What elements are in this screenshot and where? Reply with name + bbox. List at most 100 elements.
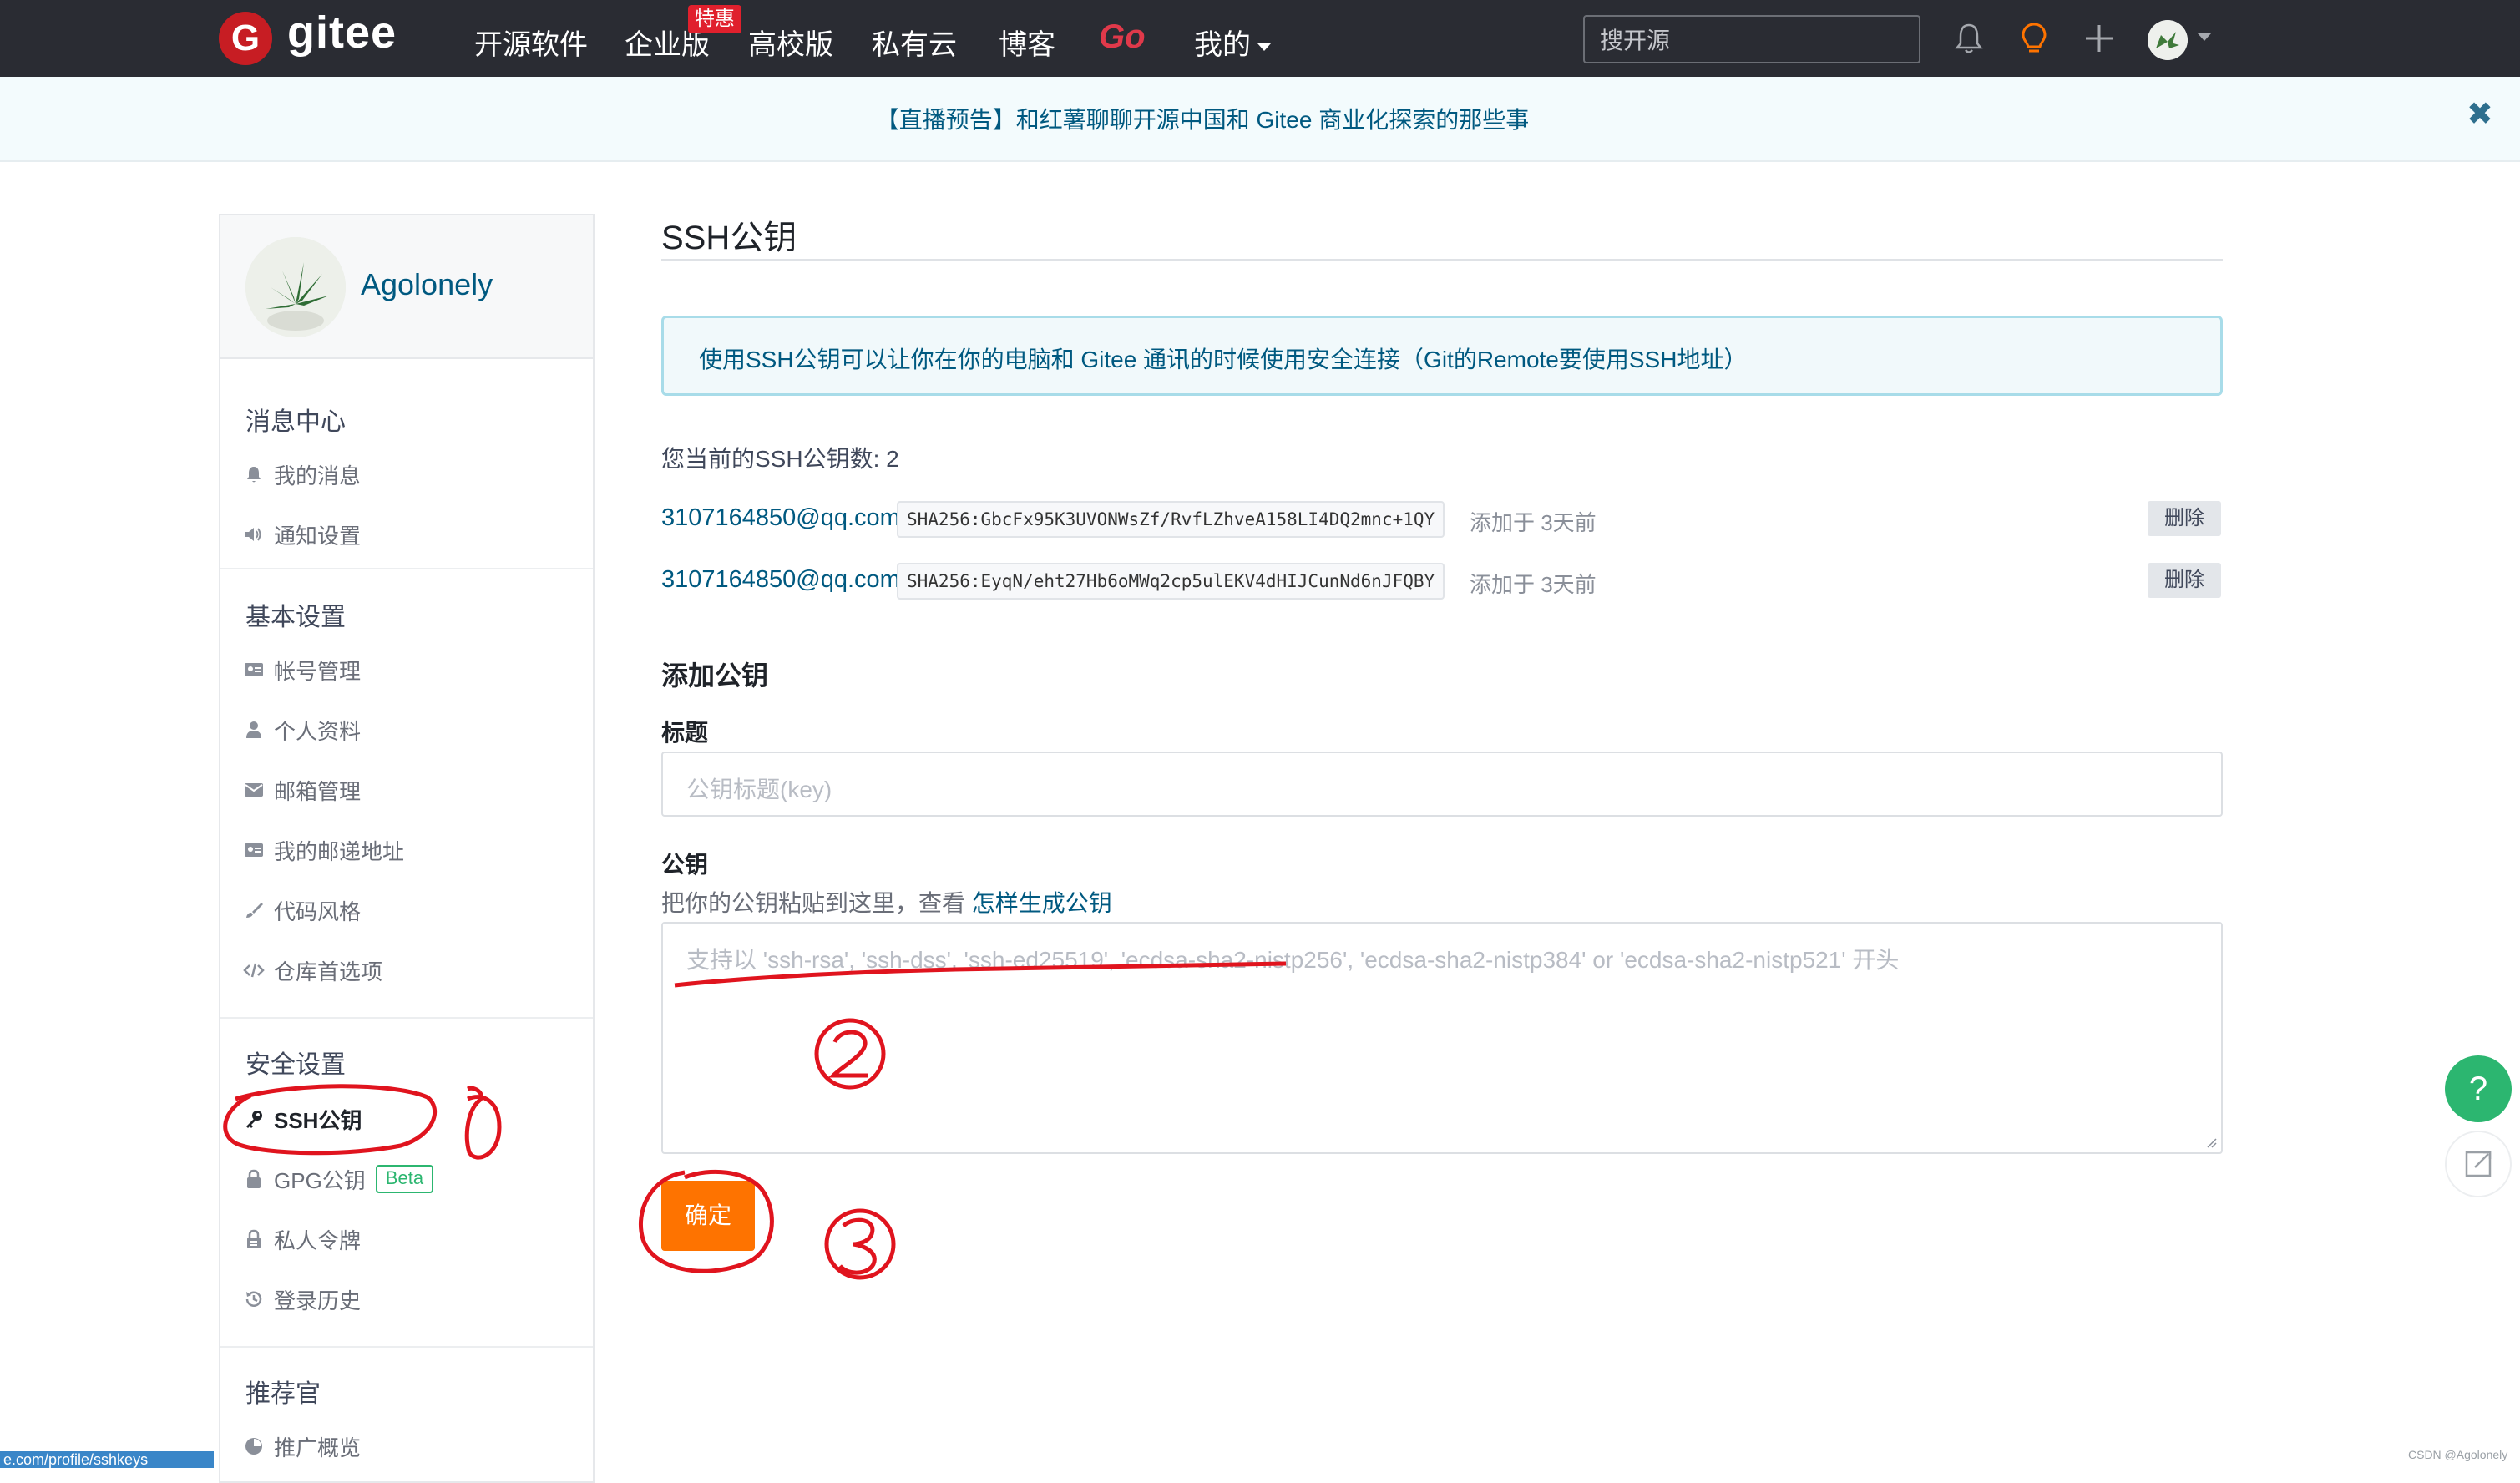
section-title-basic: 基本设置 xyxy=(245,604,346,631)
public-key-textarea[interactable]: 支持以 'ssh-rsa', 'ssh-dss', 'ssh-ed25519',… xyxy=(661,922,2223,1154)
public-key-placeholder: 支持以 'ssh-rsa', 'ssh-dss', 'ssh-ed25519',… xyxy=(686,947,1900,973)
close-icon[interactable]: ✖ xyxy=(2467,95,2493,133)
nav-private-cloud[interactable]: 私有云 xyxy=(872,22,957,63)
sidebar-item-profile[interactable]: 个人资料 xyxy=(242,713,361,747)
info-alert: 使用SSH公钥可以让你在你的电脑和 Gitee 通讯的时候使用安全连接（Git的… xyxy=(661,316,2223,396)
lock-icon xyxy=(242,1167,266,1191)
help-button[interactable]: ? xyxy=(2445,1055,2512,1122)
delete-key-button[interactable]: 删除 xyxy=(2148,563,2221,598)
key-title-input[interactable]: 公钥标题(key) xyxy=(661,752,2223,817)
avatar-caret-icon[interactable] xyxy=(2198,33,2211,41)
nav-education[interactable]: 高校版 xyxy=(748,22,833,63)
page-title: SSH公钥 xyxy=(661,220,797,256)
sidebar-item-label: 通知设置 xyxy=(274,523,362,549)
sidebar-item-email[interactable]: 邮箱管理 xyxy=(242,773,361,807)
number-3-annotation xyxy=(838,1217,877,1275)
nav-blog[interactable]: 博客 xyxy=(999,22,1055,63)
key-email[interactable]: 3107164850@qq.com xyxy=(661,566,900,594)
succulent-avatar-icon xyxy=(245,237,346,337)
bell-icon xyxy=(242,463,266,486)
id-card-icon xyxy=(242,658,266,681)
address-card-icon xyxy=(242,838,266,862)
profile-card: Agolonely xyxy=(220,215,593,359)
key-added-time: 添加于 3天前 xyxy=(1470,510,1597,535)
succulent-avatar-icon xyxy=(2148,20,2188,60)
sidebar-item-label: 帐号管理 xyxy=(274,658,362,684)
key-icon xyxy=(242,1107,266,1131)
info-text: 使用SSH公钥可以让你在你的电脑和 Gitee 通讯的时候使用安全连接（Git的… xyxy=(699,347,1748,372)
plus-icon[interactable] xyxy=(2081,20,2118,57)
delete-key-button[interactable]: 删除 xyxy=(2148,501,2221,536)
top-navbar: G gitee 开源软件 企业版 特惠 高校版 私有云 博客 Go 我的 搜开源 xyxy=(0,0,2520,77)
gitee-logo-text[interactable]: gitee xyxy=(287,7,397,58)
history-icon xyxy=(242,1288,266,1311)
sidebar-item-account[interactable]: 帐号管理 xyxy=(242,653,361,686)
profile-avatar[interactable] xyxy=(245,237,346,337)
how-to-generate-link[interactable]: 怎样生成公钥 xyxy=(972,890,1112,916)
key-title-label: 标题 xyxy=(661,720,709,746)
sidebar-item-label: GPG公钥 xyxy=(274,1167,366,1193)
sidebar-item-label: 我的邮递地址 xyxy=(274,838,405,864)
sidebar-item-label: 邮箱管理 xyxy=(274,778,362,804)
brush-icon xyxy=(242,898,266,922)
key-fingerprint: SHA256:EyqN/eht27Hb6oMWq2cp5ulEKV4dHIJCu… xyxy=(897,563,1445,600)
chart-icon xyxy=(242,1435,266,1458)
promo-badge: 特惠 xyxy=(688,5,741,33)
sidebar-item-label: 私人令牌 xyxy=(274,1227,362,1253)
feedback-button[interactable] xyxy=(2445,1131,2512,1197)
sidebar-item-label: 代码风格 xyxy=(274,898,362,924)
sidebar-item-login-history[interactable]: 登录历史 xyxy=(242,1283,361,1316)
watermark: CSDN @Agolonely xyxy=(2408,1448,2508,1461)
gitee-logo-icon[interactable]: G xyxy=(219,12,272,65)
key-added-time: 添加于 3天前 xyxy=(1470,572,1597,597)
sidebar-divider xyxy=(220,1017,593,1019)
add-key-heading: 添加公钥 xyxy=(661,661,769,691)
key-fingerprint: SHA256:GbcFx95K3UVONWsZf/RvfLZhveA158LI4… xyxy=(897,501,1445,538)
confirm-button[interactable]: 确定 xyxy=(661,1181,755,1251)
nav-mine[interactable]: 我的 xyxy=(1194,22,1271,63)
nav-go[interactable]: Go xyxy=(1099,18,1146,56)
profile-username[interactable]: Agolonely xyxy=(361,267,493,302)
sidebar-item-label: 推广概览 xyxy=(274,1435,362,1460)
sidebar-item-tokens[interactable]: 私人令牌 xyxy=(242,1222,361,1256)
sidebar-item-address[interactable]: 我的邮递地址 xyxy=(242,833,404,867)
title-divider xyxy=(661,259,2223,261)
sidebar-item-notify-settings[interactable]: 通知设置 xyxy=(242,518,361,551)
nav-mine-label: 我的 xyxy=(1194,29,1251,61)
announcement-banner: 【直播预告】和红薯聊聊开源中国和 Gitee 商业化探索的那些事 ✖ xyxy=(0,77,2520,162)
section-title-security: 安全设置 xyxy=(245,1051,346,1079)
sidebar-item-repo-prefs[interactable]: 仓库首选项 xyxy=(242,954,382,987)
bell-icon[interactable] xyxy=(1951,20,1987,57)
ssh-key-row: 3107164850@qq.com SHA256:EyqN/eht27Hb6oM… xyxy=(661,563,2223,600)
sidebar-divider xyxy=(220,1346,593,1348)
settings-sidebar: Agolonely 消息中心 我的消息 通知设置 基本设置 帐号管理 个人资料 … xyxy=(219,214,595,1483)
sidebar-item-label: 个人资料 xyxy=(274,718,362,744)
key-email[interactable]: 3107164850@qq.com xyxy=(661,504,900,532)
ssh-key-count: 您当前的SSH公钥数: 2 xyxy=(661,446,899,472)
sidebar-item-label: 我的消息 xyxy=(274,463,362,488)
code-icon xyxy=(242,959,266,982)
sidebar-item-ssh-keys[interactable]: SSH公钥 xyxy=(242,1102,362,1136)
user-avatar[interactable] xyxy=(2148,20,2188,60)
banner-link[interactable]: 【直播预告】和红薯聊聊开源中国和 Gitee 商业化探索的那些事 xyxy=(0,102,2405,135)
sidebar-item-code-style[interactable]: 代码风格 xyxy=(242,893,361,927)
sidebar-item-gpg-keys[interactable]: GPG公钥 Beta xyxy=(242,1162,434,1196)
sidebar-item-label: SSH公钥 xyxy=(274,1107,362,1133)
public-key-help: 把你的公钥粘贴到这里，查看 怎样生成公钥 xyxy=(661,885,1112,919)
user-icon xyxy=(242,718,266,742)
nav-open-source[interactable]: 开源软件 xyxy=(474,22,588,63)
speaker-icon xyxy=(242,523,266,546)
token-icon xyxy=(242,1227,266,1251)
envelope-icon xyxy=(242,778,266,802)
public-key-label: 公钥 xyxy=(661,852,709,878)
sidebar-item-label: 仓库首选项 xyxy=(274,959,383,984)
sidebar-item-referral-overview[interactable]: 推广概览 xyxy=(242,1430,361,1463)
section-title-referral: 推荐官 xyxy=(245,1380,321,1408)
sidebar-item-my-messages[interactable]: 我的消息 xyxy=(242,458,361,491)
search-input[interactable]: 搜开源 xyxy=(1583,15,1920,63)
caret-down-icon xyxy=(1257,43,1271,51)
lightbulb-icon[interactable] xyxy=(2016,20,2052,57)
resize-handle-icon[interactable] xyxy=(2204,1136,2218,1149)
help-text: 把你的公钥粘贴到这里，查看 xyxy=(661,890,966,916)
sidebar-item-label: 登录历史 xyxy=(274,1288,362,1313)
